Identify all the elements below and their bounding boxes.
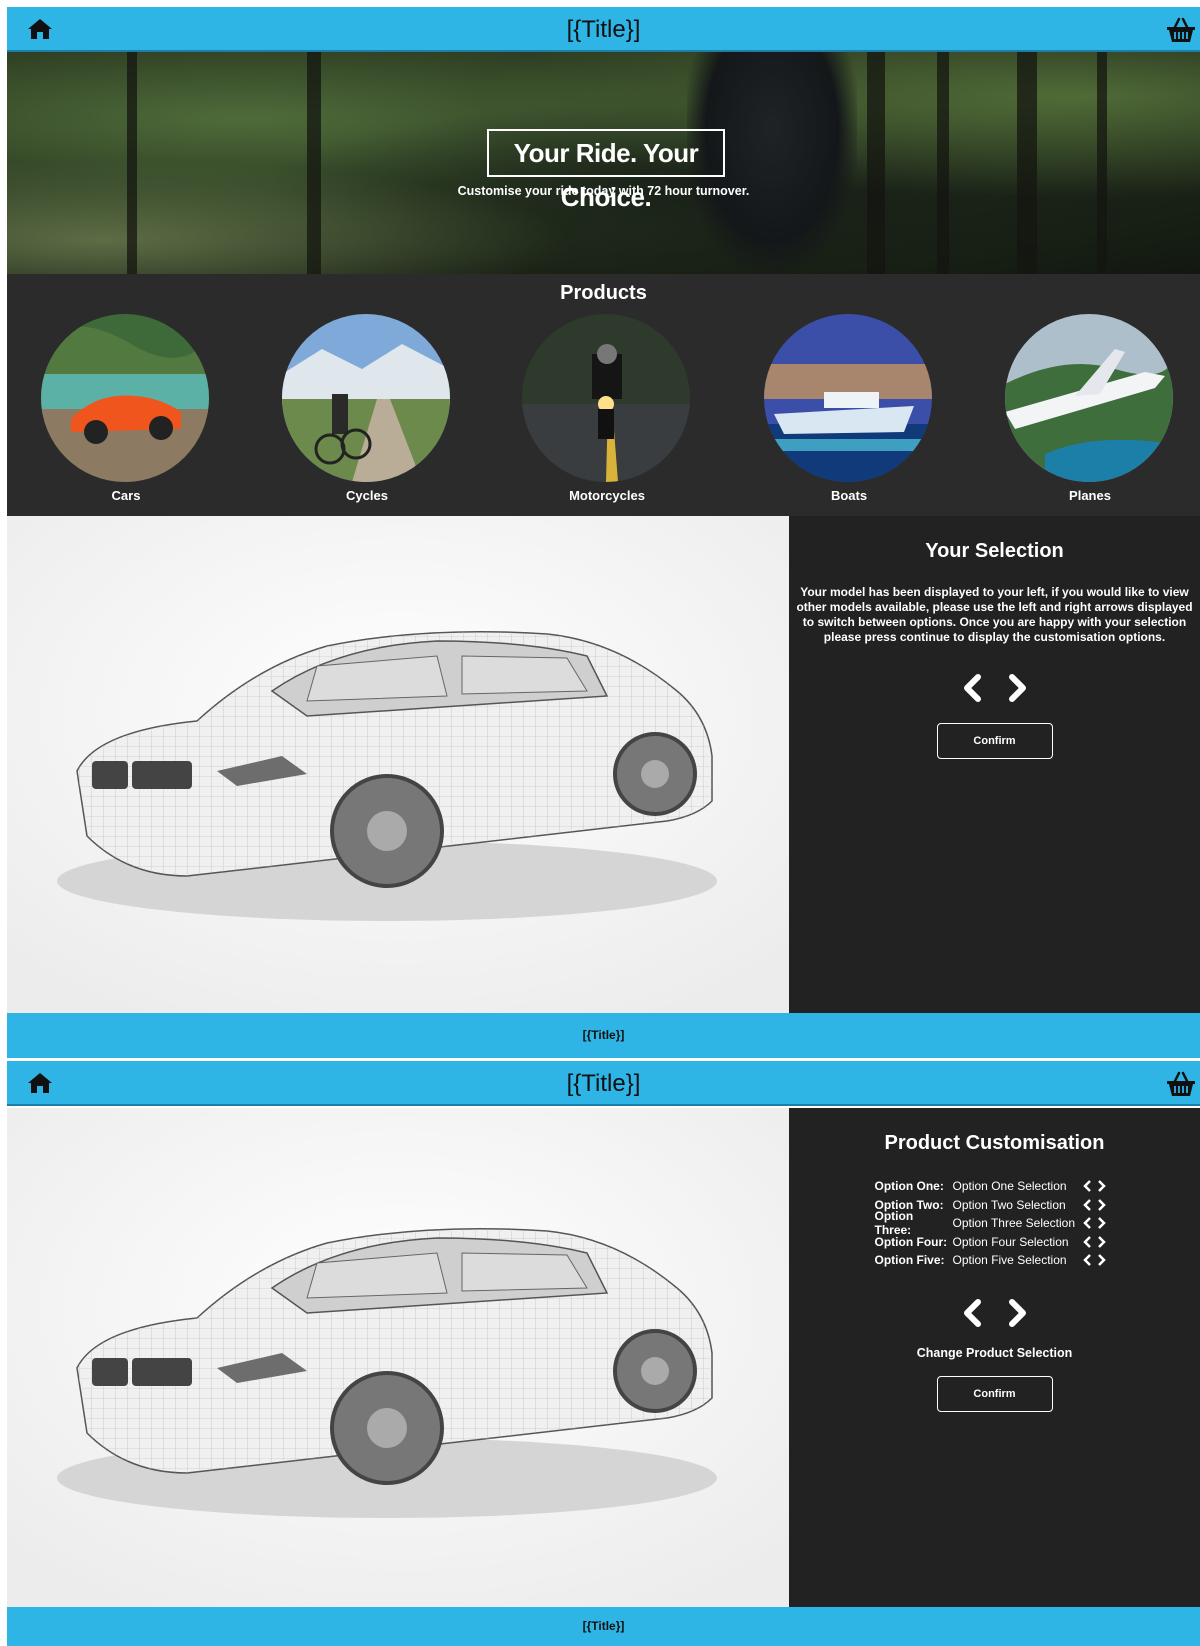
option-row: Option Five: Option Five Selection: [875, 1251, 1115, 1270]
home-icon[interactable]: [27, 17, 53, 41]
cars-image: [41, 314, 209, 482]
model-viewer: [7, 1108, 789, 1607]
chevron-right-icon[interactable]: [1004, 1298, 1030, 1328]
product-label: Motorcycles: [569, 488, 645, 503]
selection-panel: Your Selection Your model has been displ…: [789, 516, 1200, 1013]
footer-title: [{Title}]: [582, 1028, 625, 1042]
option-row: Option One: Option One Selection: [875, 1177, 1115, 1196]
chevron-right-icon[interactable]: [1096, 1217, 1106, 1230]
selection-description: Your model has been displayed to your le…: [796, 585, 1193, 644]
option-value: Option Four Selection: [952, 1234, 1069, 1249]
header-title: [{Title}]: [566, 16, 641, 43]
product-label: Cycles: [346, 488, 388, 503]
chevron-left-icon[interactable]: [1082, 1235, 1093, 1248]
car-wireframe-image: [7, 516, 789, 1013]
option-arrows[interactable]: [1082, 1254, 1106, 1267]
option-value: Option Three Selection: [952, 1216, 1076, 1231]
chevron-left-icon[interactable]: [1082, 1217, 1093, 1230]
product-planes[interactable]: Planes: [1005, 314, 1175, 514]
product-boats[interactable]: Boats: [764, 314, 934, 514]
product-cars[interactable]: Cars: [41, 314, 211, 514]
chevron-right-icon[interactable]: [1004, 673, 1030, 703]
footer-bar: [{Title}]: [7, 1013, 1200, 1058]
hero-heading: Your Ride. Your Choice.: [487, 129, 725, 212]
option-arrows[interactable]: [1082, 1217, 1106, 1230]
header-bar: [{Title}]: [7, 7, 1200, 52]
home-icon[interactable]: [27, 1071, 53, 1095]
selection-title: Your Selection: [925, 540, 1064, 562]
chevron-right-icon[interactable]: [1096, 1235, 1106, 1248]
product-motorcycles[interactable]: Motorcycles: [522, 314, 692, 514]
basket-icon[interactable]: [1166, 17, 1196, 43]
chevron-left-icon[interactable]: [960, 673, 986, 703]
change-product-selection-link[interactable]: Change Product Selection: [789, 1346, 1200, 1360]
option-label: Option Three:: [874, 1209, 914, 1238]
options-list: Option One: Option One Selection Option …: [875, 1177, 1115, 1270]
basket-icon[interactable]: [1166, 1071, 1196, 1097]
product-label: Planes: [1069, 488, 1111, 503]
option-value: Option Five Selection: [952, 1253, 1067, 1268]
motorcycles-image: [522, 314, 690, 482]
footer-bar: [{Title}]: [7, 1607, 1200, 1646]
products-title: Products: [560, 282, 647, 304]
option-row: Option Four: Option Four Selection: [875, 1233, 1115, 1252]
confirm-button[interactable]: Confirm: [936, 723, 1053, 759]
model-arrows: [789, 673, 1200, 703]
planes-image: [1005, 314, 1173, 482]
header-bar: [{Title}]: [7, 1061, 1200, 1106]
chevron-left-icon[interactable]: [1082, 1180, 1093, 1193]
model-viewer: [7, 516, 789, 1013]
option-arrows[interactable]: [1082, 1180, 1106, 1193]
product-cycles[interactable]: Cycles: [282, 314, 452, 514]
option-label: Option Four:: [874, 1234, 948, 1249]
car-wireframe-image: [7, 1108, 789, 1607]
products-section: Products Cars Cycles Motorcycles Boats P…: [7, 274, 1200, 516]
customisation-panel: Product Customisation Option One: Option…: [789, 1108, 1200, 1607]
product-label: Boats: [830, 488, 868, 503]
chevron-left-icon[interactable]: [960, 1298, 986, 1328]
chevron-left-icon[interactable]: [1082, 1254, 1093, 1267]
hero-banner: Your Ride. Your Choice. Customise your r…: [7, 52, 1200, 274]
cycles-image: [282, 314, 450, 482]
option-value: Option Two Selection: [952, 1197, 1066, 1212]
chevron-right-icon[interactable]: [1096, 1198, 1106, 1211]
option-label: Option Five:: [874, 1253, 945, 1268]
option-arrows[interactable]: [1082, 1198, 1106, 1211]
chevron-right-icon[interactable]: [1096, 1254, 1106, 1267]
page: [{Title}] Your Ride. Your Choice. Custom…: [0, 0, 1200, 1646]
chevron-left-icon[interactable]: [1082, 1198, 1093, 1211]
model-arrows: [789, 1298, 1200, 1328]
option-arrows[interactable]: [1082, 1235, 1106, 1248]
footer-title: [{Title}]: [582, 1619, 625, 1633]
option-label: Option One:: [874, 1179, 944, 1194]
product-label: Cars: [111, 488, 141, 503]
confirm-button[interactable]: Confirm: [936, 1375, 1053, 1412]
option-value: Option One Selection: [952, 1179, 1067, 1194]
chevron-right-icon[interactable]: [1096, 1180, 1106, 1193]
hero-subheading: Customise your ride today with 72 hour t…: [457, 184, 750, 198]
customisation-title: Product Customisation: [884, 1132, 1105, 1154]
header-title: [{Title}]: [566, 1070, 641, 1097]
boats-image: [764, 314, 932, 482]
option-row: Option Three: Option Three Selection: [875, 1209, 1115, 1237]
